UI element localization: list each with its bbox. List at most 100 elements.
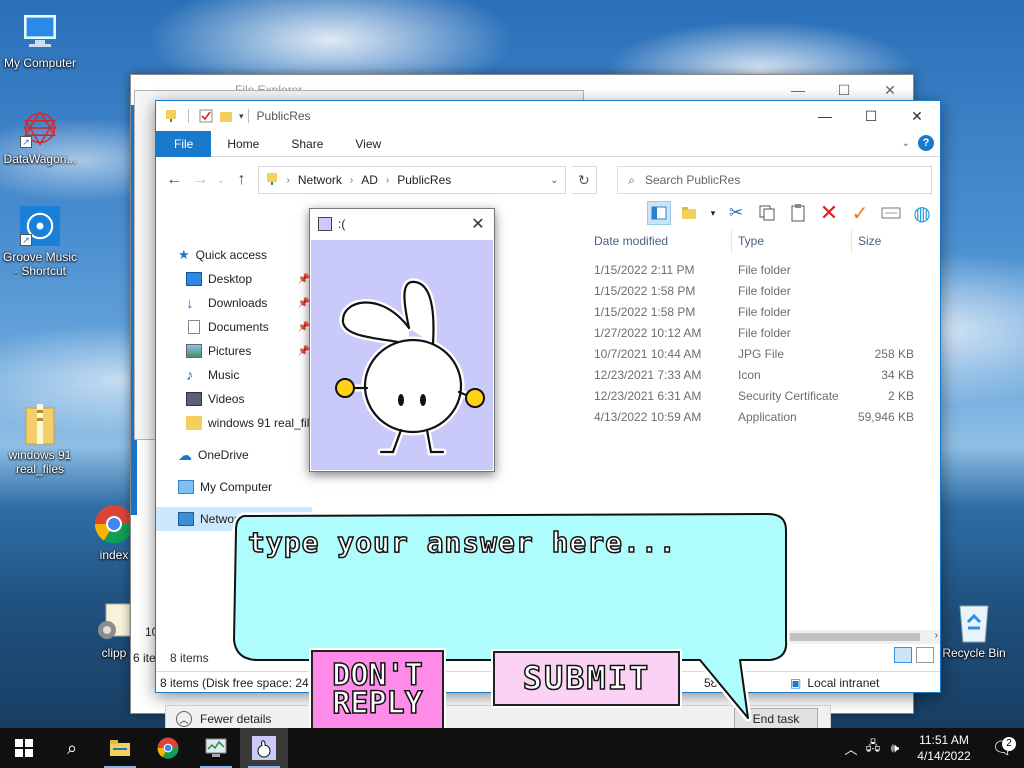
properties-card-icon[interactable] [879,201,903,225]
nav-desktop[interactable]: Desktop 📌 [156,267,312,291]
close-icon[interactable]: ✕ [462,214,494,234]
new-folder-icon[interactable] [219,109,233,123]
title-bar[interactable]: ▾ PublicRes — ☐ ✕ [156,101,940,131]
chevron-up-icon[interactable]: ︿ [840,739,862,758]
breadcrumb-ad[interactable]: AD [361,173,378,187]
nav-videos[interactable]: Videos [156,387,312,411]
breadcrumb-separator-icon[interactable]: › [350,175,353,186]
desktop-icon-datawagon[interactable]: ↗ DataWagon... [0,108,80,166]
details-view-icon[interactable] [894,647,912,663]
fewer-details-button[interactable]: ︿ Fewer details [176,711,271,727]
customize-quick-access-icon[interactable]: ▾ [239,111,244,122]
column-size[interactable]: Size [852,229,940,253]
refresh-icon[interactable]: ↻ [571,166,598,194]
large-icons-view-icon[interactable] [916,647,934,663]
shortcut-arrow-icon: ↗ [20,136,32,148]
forward-arrow-icon[interactable]: → [190,169,210,191]
up-arrow-icon[interactable]: ↑ [231,169,251,191]
column-headers: Date modified Type Size [588,229,940,253]
submit-button[interactable]: SUBMIT [493,651,680,706]
file-row[interactable]: 1/15/2022 2:11 PM File folder [588,259,940,280]
search-input[interactable]: Search PublicRes [645,173,740,187]
search-taskbar-button[interactable]: ⌕ [48,728,96,768]
breadcrumb-publicres[interactable]: PublicRes [397,173,451,187]
file-row[interactable]: 12/23/2021 7:33 AM Icon 34 KB [588,364,940,385]
address-dropdown-icon[interactable]: ⌄ [550,175,558,186]
column-date-modified[interactable]: Date modified [588,229,732,253]
network-icon [178,512,194,526]
nav-documents[interactable]: Documents 📌 [156,315,312,339]
clock[interactable]: 11:51 AM 4/14/2022 [906,732,982,764]
shell-icon[interactable]: ◍ [910,201,934,225]
answer-input[interactable] [248,526,768,636]
file-row[interactable]: 4/13/2022 10:59 AM Application 59,946 KB [588,406,940,427]
nav-my-computer[interactable]: My Computer [156,475,312,499]
dont-reply-button[interactable]: DON'T REPLY [311,650,444,730]
taskbar-task-manager[interactable] [192,728,240,768]
file-row[interactable]: 1/27/2022 10:12 AM File folder [588,322,940,343]
tab-view[interactable]: View [339,131,397,157]
back-arrow-icon[interactable]: ← [164,169,184,191]
desktop-icon-my-computer[interactable]: My Computer [0,12,80,70]
tab-file[interactable]: File [156,130,212,157]
breadcrumb-network[interactable]: Network [298,173,342,187]
start-button[interactable] [0,728,48,768]
taskbar-bunny-app[interactable] [240,728,288,768]
paste-icon[interactable] [786,201,810,225]
chrome-icon [94,504,134,544]
close-icon[interactable]: ✕ [894,101,940,131]
cut-icon[interactable]: ✂ [724,201,748,225]
nav-downloads[interactable]: ↓ Downloads 📌 [156,291,312,315]
file-row[interactable]: 12/23/2021 6:31 AM Security Certificate 2 … [588,385,940,406]
tab-share[interactable]: Share [275,131,339,157]
zip-folder-icon [20,404,60,445]
minimize-icon[interactable]: — [802,101,848,131]
delete-icon[interactable]: ✕ [817,200,841,225]
popup-title-bar[interactable]: :( ✕ [310,209,494,239]
notification-center-button[interactable]: 🗨 2 [982,736,1024,759]
window-title: PublicRes [256,109,311,123]
desktop-icon-label: Recycle Bin [942,646,1006,660]
taskbar-chrome[interactable] [144,728,192,768]
nav-windows91-files[interactable]: windows 91 real_file [156,411,312,435]
properties-icon[interactable] [199,109,213,123]
security-zone: ▣ Local intranet [790,675,880,690]
address-bar[interactable]: › Network › AD › PublicRes ⌄ [257,166,566,194]
taskbar-file-explorer[interactable] [96,728,144,768]
sad-popup-window[interactable]: :( ✕ [309,208,495,472]
search-box[interactable]: ⌕ Search PublicRes [617,166,932,194]
nav-onedrive[interactable]: ☁ OneDrive [156,443,312,467]
nav-music[interactable]: ♪ Music [156,363,312,387]
maximize-icon[interactable]: ☐ [848,101,894,131]
cloud-icon: ☁ [178,446,192,463]
desktop-icon-windows91-files[interactable]: windows 91 real_files [0,404,80,476]
desktop-icon-groove-music[interactable]: ↗ Groove Music - Shortcut [0,206,80,278]
scroll-right-icon[interactable]: › [935,630,938,641]
file-explorer-icon [110,740,130,756]
preview-pane-icon[interactable] [647,201,671,225]
copy-icon[interactable] [755,201,779,225]
help-icon[interactable]: ? [918,135,934,151]
dropdown-arrow-icon[interactable]: ▾ [709,201,717,225]
nav-quick-access[interactable]: ★ Quick access [156,243,312,267]
file-row[interactable]: 1/15/2022 1:58 PM File folder [588,301,940,322]
expand-ribbon-icon[interactable]: ⌄ [902,138,910,149]
desktop-icon-label: windows 91 real_files [8,448,72,476]
network-tray-icon[interactable]: 🖧 [862,737,884,759]
tab-home[interactable]: Home [211,131,275,157]
horizontal-scrollbar[interactable]: › [784,630,940,644]
taskbar: ⌕ ︿ 🖧 🕪 11:51 AM 4/14/2022 🗨 2 [0,728,1024,768]
nav-pictures[interactable]: Pictures 📌 [156,339,312,363]
column-type[interactable]: Type [732,229,852,253]
file-row[interactable]: 10/7/2021 10:44 AM JPG File 258 KB [588,343,940,364]
file-row[interactable]: 1/15/2022 1:58 PM File folder [588,280,940,301]
breadcrumb-separator-icon[interactable]: › [386,175,389,186]
new-folder-dropdown-icon[interactable] [678,201,702,225]
end-task-button[interactable]: End task [734,708,818,730]
breadcrumb-separator-icon[interactable]: › [287,175,290,186]
recent-locations-icon[interactable]: ⌄ [216,169,225,191]
desktop-icon-recycle-bin[interactable]: Recycle Bin [934,602,1014,660]
volume-icon[interactable]: 🕪 [884,740,906,756]
rename-check-icon[interactable]: ✓ [848,201,872,225]
scrollbar-thumb[interactable] [784,633,920,641]
